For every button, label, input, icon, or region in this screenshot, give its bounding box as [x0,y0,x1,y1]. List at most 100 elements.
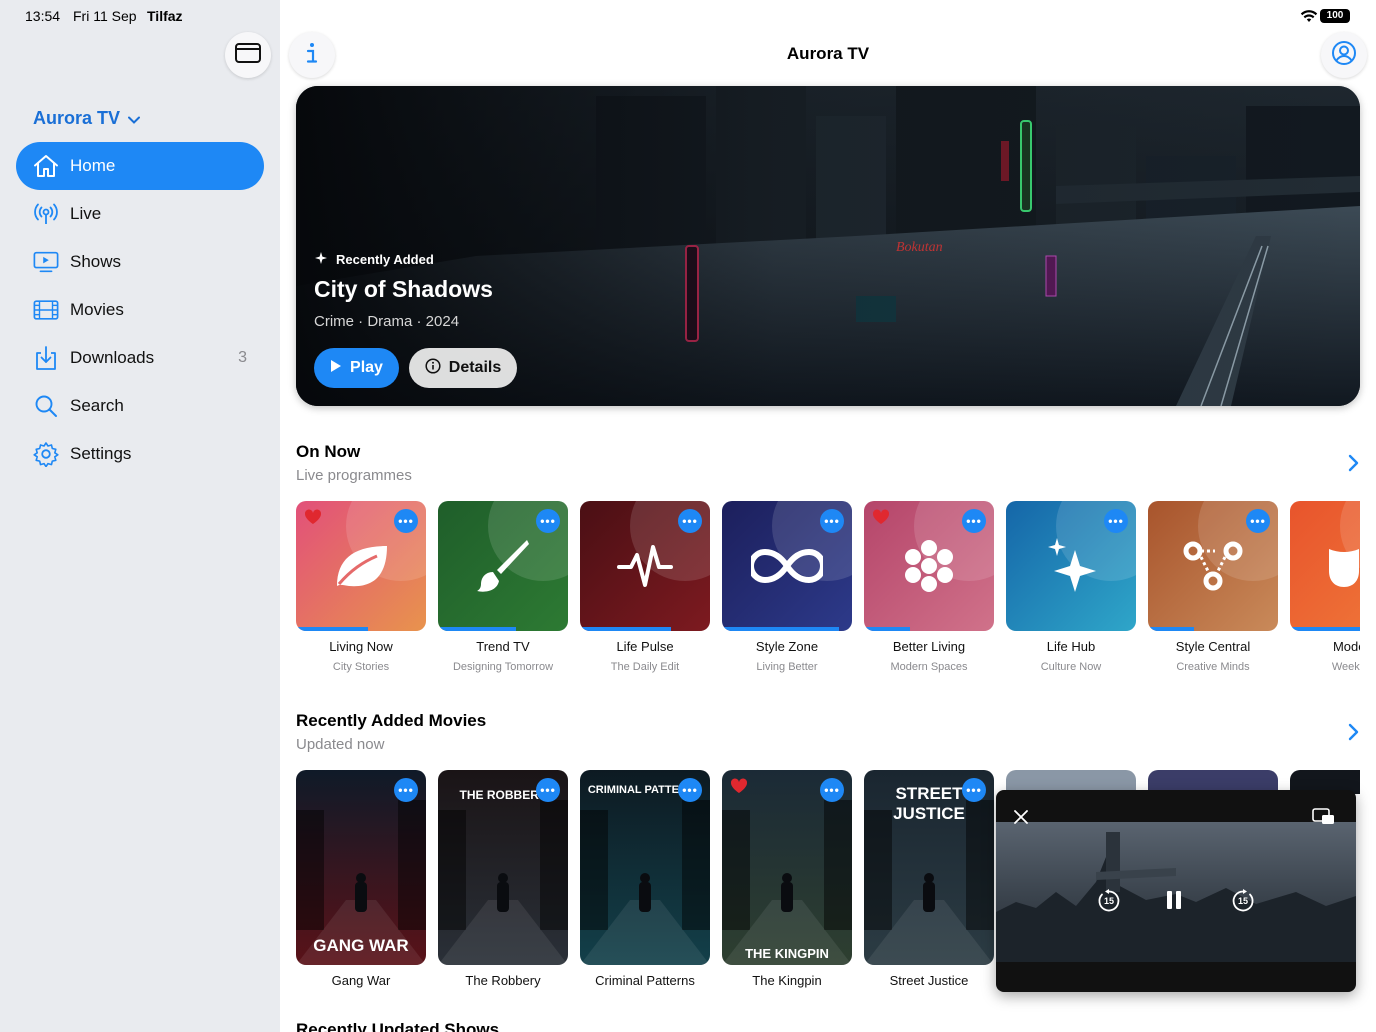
live-progress-bar [1148,627,1194,631]
close-icon [1014,810,1028,829]
chevron-right-icon[interactable] [1345,722,1361,742]
sidebar-nav: Home Live Shows Movies Downloads 3 Searc… [16,142,264,478]
channel-artwork: ••• [296,501,426,631]
channel-programme: City Stories [332,661,390,673]
film-icon [33,297,59,323]
sidebar: Aurora TV Home Live Shows Movies Downloa… [0,0,280,1032]
channel-name: Life Pulse [616,639,674,654]
sidebar-item-shows[interactable]: Shows [16,238,264,286]
sidebar-item-label: Shows [70,252,122,271]
sidebar-toggle-button[interactable] [225,32,271,78]
page-title: Aurora TV [786,44,870,63]
movie-title: Street Justice [889,973,969,988]
more-options-button[interactable]: ••• [394,778,418,802]
brand-label: Aurora TV [33,108,121,128]
more-options-button[interactable]: ••• [820,509,844,533]
movie-poster-tile[interactable]: GANG WAR ••• Gang War [296,770,426,988]
gear-icon [33,441,59,467]
channel-programme: Creative Minds [1176,661,1250,673]
channel-artwork: ••• [580,501,710,631]
status-bar: 13:54 Fri 11 Sep Tilfaz 100 [0,0,1376,32]
featured-hero[interactable]: Bokutan Recently Added City of Shadows C… [296,86,1360,406]
movie-title: Criminal Patterns [595,973,695,988]
movie-poster-tile[interactable]: THE KINGPIN ••• The Kingpin [722,770,852,988]
sidebar-item-home[interactable]: Home [16,142,264,190]
poster-title-text: GANG WAR [313,936,409,955]
account-switcher[interactable]: Aurora TV [33,108,141,129]
sidebar-item-live[interactable]: Live [16,190,264,238]
pause-button[interactable] [1166,890,1182,915]
channel-name: Style Zone [755,639,819,654]
movie-title: Gang War [331,973,391,988]
sparkle-icon [314,251,328,268]
hero-tag: Recently Added [314,251,434,268]
channel-programme: Weekend [1331,661,1360,673]
live-progress-bar [296,627,368,631]
more-options-button[interactable]: ••• [536,509,560,533]
sidebar-item-settings[interactable]: Settings [16,430,264,478]
more-options-button[interactable]: ••• [1104,509,1128,533]
channel-tile[interactable]: ••• Better Living Modern Spaces [864,501,994,673]
section-title-updated-shows: Recently Updated Shows [296,1020,500,1032]
channel-tile[interactable]: ••• Life Pulse The Daily Edit [580,501,710,673]
more-options-button[interactable]: ••• [678,778,702,802]
more-options-button[interactable]: ••• [962,778,986,802]
channel-artwork [1290,501,1360,631]
channel-tile[interactable]: ••• Style Central Creative Minds [1148,501,1278,673]
channel-name: Style Central [1175,639,1251,654]
profile-button[interactable] [1321,32,1367,78]
info-circle-icon [425,357,441,379]
channel-tile[interactable]: ••• Living Now City Stories [296,501,426,673]
broadcast-icon [33,201,59,227]
channel-name: Modern [1332,639,1360,654]
movie-poster-tile[interactable]: STREET JUSTICE ••• Street Justice [864,770,994,988]
favorite-heart-icon [730,778,748,796]
chevron-right-icon[interactable] [1345,453,1361,473]
movie-poster-art: GANG WAR ••• [296,770,426,965]
poster-title-text: THE KINGPIN [745,946,829,961]
pause-icon [1166,890,1182,915]
channel-tile[interactable]: ••• Trend TV Designing Tomorrow [438,501,568,673]
more-options-button[interactable]: ••• [1246,509,1270,533]
channel-artwork: ••• [1148,501,1278,631]
movie-poster-tile[interactable]: THE ROBBERY ••• The Robbery [438,770,568,988]
sidebar-item-label: Movies [70,300,124,319]
movie-poster-art: STREET JUSTICE ••• [864,770,994,965]
sidebar-item-movies[interactable]: Movies [16,286,264,334]
channel-programme: Culture Now [1040,661,1102,673]
sidebar-item-downloads[interactable]: Downloads 3 [16,334,264,382]
picture-in-picture-player[interactable]: 15 15 [996,790,1356,992]
more-options-button[interactable]: ••• [394,509,418,533]
channel-programme: Designing Tomorrow [452,661,554,673]
channel-name: Living Now [329,639,393,654]
channel-tile[interactable]: ••• Life Hub Culture Now [1006,501,1136,673]
section-subtitle-on-now: Live programmes [296,467,412,484]
more-options-button[interactable]: ••• [962,509,986,533]
more-options-button[interactable]: ••• [536,778,560,802]
more-options-button[interactable]: ••• [820,778,844,802]
play-button[interactable]: Play [314,348,399,388]
favorite-heart-icon [304,509,322,527]
sidebar-item-label: Downloads [70,348,155,367]
channel-name: Life Hub [1046,639,1096,654]
sidebar-item-search[interactable]: Search [16,382,264,430]
live-progress-bar [1290,627,1360,631]
sidebar-item-label: Live [70,204,102,223]
skip-back-button[interactable]: 15 [1096,888,1122,914]
close-pip-button[interactable] [1014,810,1028,829]
live-progress-bar [722,627,839,631]
channel-name: Better Living [892,639,966,654]
channel-tile[interactable]: ••• Style Zone Living Better [722,501,852,673]
details-button[interactable]: Details [409,348,517,388]
movie-poster-tile[interactable]: CRIMINAL PATTERNS ••• Criminal Patterns [580,770,710,988]
channel-tile[interactable]: Modern Weekend [1290,501,1360,673]
skip-forward-button[interactable]: 15 [1230,888,1256,914]
movie-poster-art: CRIMINAL PATTERNS ••• [580,770,710,965]
details-label: Details [448,359,502,376]
restore-pip-button[interactable] [1312,808,1336,831]
hero-title: City of Shadows [314,276,493,302]
play-label: Play [350,359,383,376]
more-options-button[interactable]: ••• [678,509,702,533]
status-date: Fri 11 Sep [73,8,137,24]
section-title-on-now: On Now [296,442,361,461]
